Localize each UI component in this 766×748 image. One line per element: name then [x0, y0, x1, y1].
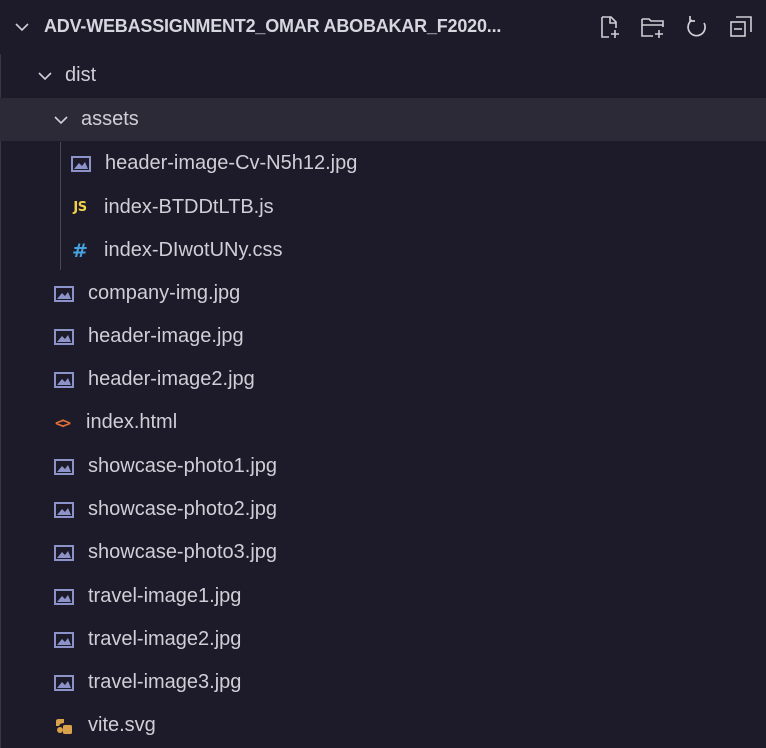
explorer-folder-header[interactable]: ADV-WEBASSIGNMENT2_OMAR ABOBAKAR_F2020..… [0, 0, 766, 54]
file-label: travel-image1.jpg [88, 585, 242, 607]
collapse-all-icon[interactable] [728, 14, 754, 40]
tree-file-item[interactable]: company-img.jpg [0, 272, 766, 315]
image-file-icon [54, 501, 74, 519]
image-file-icon [54, 631, 74, 649]
tree-file-item[interactable]: # index-DIwotUNy.css [0, 229, 766, 272]
tree-file-item[interactable]: showcase-photo3.jpg [0, 531, 766, 574]
tree-file-item[interactable]: JS index-BTDDtLTB.js [0, 186, 766, 229]
html-file-icon: <> [54, 413, 71, 432]
tree-folder-dist[interactable]: dist [0, 54, 766, 97]
folder-label: assets [81, 108, 139, 130]
tree-file-item[interactable]: showcase-photo1.jpg [0, 445, 766, 488]
tree-file-item[interactable]: <> index.html [0, 401, 766, 444]
js-file-icon: JS [73, 200, 87, 215]
tree-file-item[interactable]: header-image-Cv-N5h12.jpg [0, 142, 766, 185]
image-file-icon [54, 674, 74, 692]
image-file-icon [54, 328, 74, 346]
tree-file-item[interactable]: header-image2.jpg [0, 358, 766, 401]
image-file-icon [71, 155, 91, 173]
folder-label: dist [65, 64, 97, 86]
css-file-icon: # [72, 239, 88, 262]
tree-file-item[interactable]: travel-image3.jpg [0, 661, 766, 704]
file-label: showcase-photo2.jpg [88, 498, 278, 520]
image-file-icon [54, 458, 74, 476]
workspace-folder-title[interactable]: ADV-WEBASSIGNMENT2_OMAR ABOBAKAR_F2020..… [44, 16, 501, 37]
file-label: vite.svg [88, 714, 156, 736]
image-file-icon [54, 588, 74, 606]
svg-file-icon [54, 717, 74, 735]
image-file-icon [54, 371, 74, 389]
file-label: showcase-photo3.jpg [88, 541, 278, 563]
tree-file-item[interactable]: vite.svg [0, 704, 766, 747]
new-folder-icon[interactable] [640, 14, 666, 40]
file-label: header-image2.jpg [88, 368, 255, 390]
tree-file-item[interactable]: showcase-photo2.jpg [0, 488, 766, 531]
file-label: header-image-Cv-N5h12.jpg [105, 152, 358, 174]
file-label: travel-image2.jpg [88, 628, 242, 650]
file-label: index-DIwotUNy.css [104, 239, 283, 261]
file-label: travel-image3.jpg [88, 671, 242, 693]
explorer-actions [596, 14, 754, 40]
tree-file-item[interactable]: header-image.jpg [0, 315, 766, 358]
new-file-icon[interactable] [596, 14, 622, 40]
tree-folder-assets[interactable]: assets [0, 98, 766, 141]
refresh-icon[interactable] [684, 14, 710, 40]
image-file-icon [54, 544, 74, 562]
chevron-down-icon [54, 115, 68, 124]
file-label: showcase-photo1.jpg [88, 455, 278, 477]
file-label: company-img.jpg [88, 282, 241, 304]
image-file-icon [54, 285, 74, 303]
file-label: index-BTDDtLTB.js [104, 196, 274, 218]
chevron-down-icon[interactable] [14, 19, 30, 35]
tree-file-item[interactable]: travel-image1.jpg [0, 575, 766, 618]
file-label: index.html [86, 411, 178, 433]
file-label: header-image.jpg [88, 325, 244, 347]
chevron-down-icon [38, 71, 52, 80]
tree-file-item[interactable]: travel-image2.jpg [0, 618, 766, 661]
